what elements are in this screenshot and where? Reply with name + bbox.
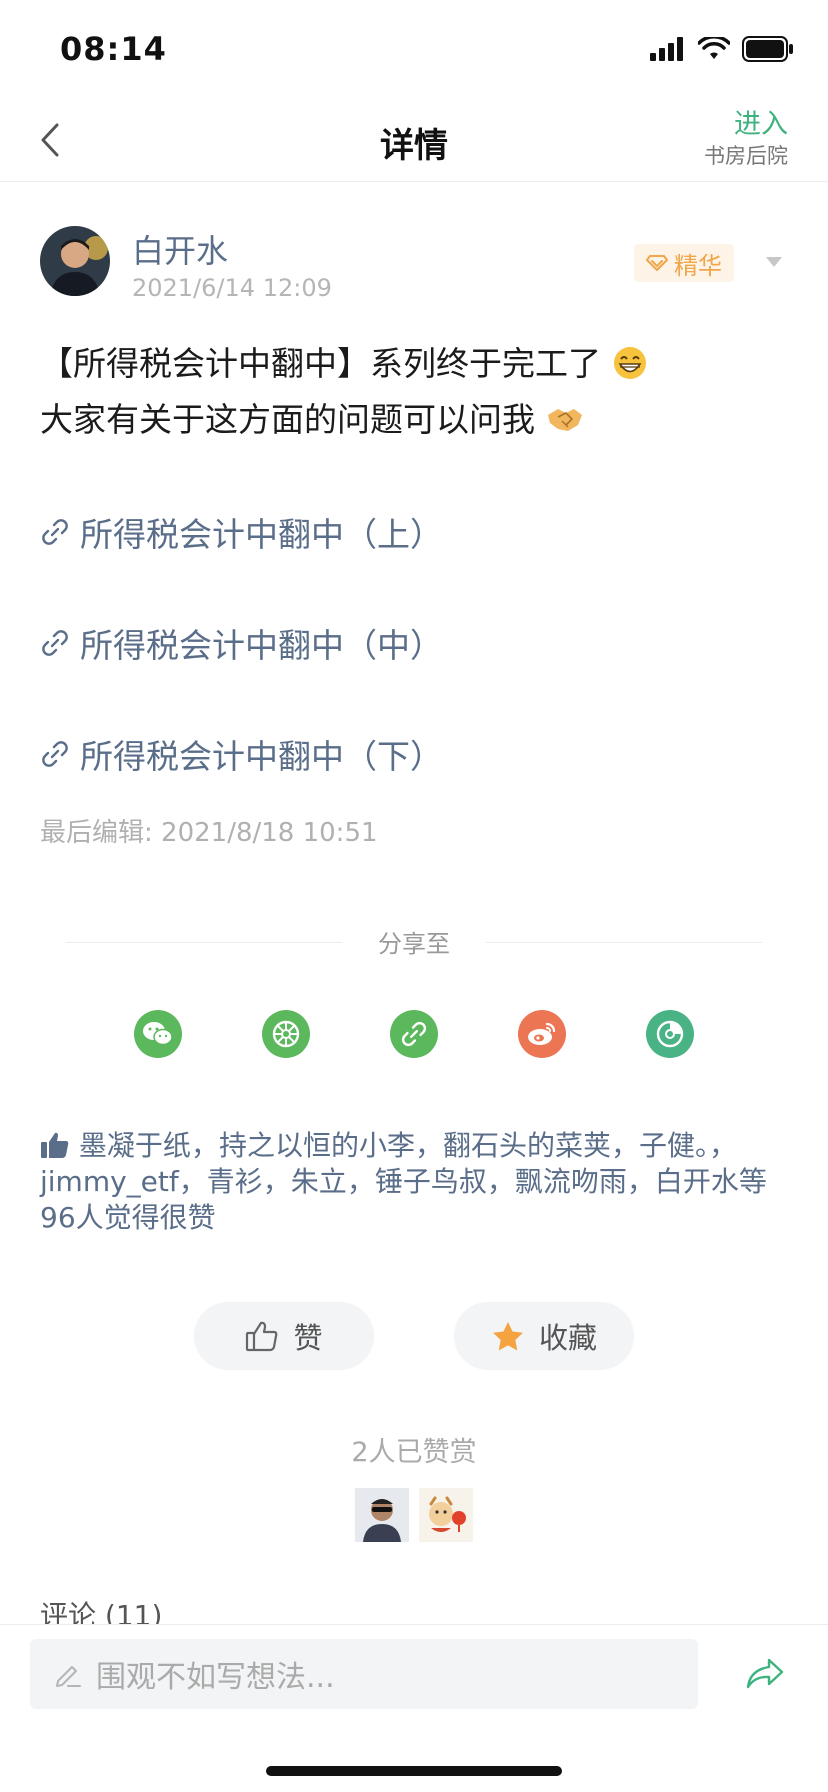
wechat-icon: [143, 1022, 173, 1046]
share-browser-button[interactable]: [646, 1010, 694, 1058]
diamond-icon: [646, 255, 668, 271]
thumbs-up-outline-icon: [246, 1321, 278, 1352]
status-time: 08:14: [60, 30, 167, 68]
nav-bar: 详情 进入 书房后院: [0, 100, 828, 182]
author-avatar[interactable]: [40, 226, 110, 296]
tipper-avatar[interactable]: [355, 1488, 409, 1542]
last-edited: 最后编辑: 2021/8/18 10:51: [40, 818, 378, 848]
link-icon: [42, 630, 68, 656]
enter-group-button[interactable]: 进入 书房后院: [704, 108, 788, 170]
status-icons: [650, 36, 794, 62]
liked-users[interactable]: 墨凝于纸，持之以恒的小李，翻石头的菜荚，子健。，jimmy_etf，青衫，朱立，…: [40, 1129, 737, 1198]
link-icon: [401, 1021, 427, 1047]
group-name: 书房后院: [704, 144, 788, 168]
more-dropdown[interactable]: [760, 250, 788, 274]
liked-user[interactable]: 青衫: [207, 1165, 263, 1198]
tipper-avatars: [0, 1488, 828, 1542]
tipper-avatar[interactable]: [419, 1488, 473, 1542]
link-icon: [42, 519, 68, 545]
enter-label: 进入: [734, 109, 788, 140]
home-indicator: [266, 1766, 562, 1776]
favorite-button[interactable]: 收藏: [454, 1302, 634, 1370]
browser-icon: [656, 1020, 684, 1048]
separator: ，: [709, 1129, 738, 1162]
separator: ，: [178, 1165, 207, 1198]
share-link-button[interactable]: [390, 1010, 438, 1058]
grin-emoji-icon: [613, 347, 646, 379]
content-line: 【所得税会计中翻中】系列终于完工了: [40, 336, 788, 392]
liked-user[interactable]: 翻石头的菜荚: [443, 1129, 611, 1162]
liked-user[interactable]: jimmy_etf: [40, 1165, 179, 1198]
share-wechat-button[interactable]: [134, 1010, 182, 1058]
article-link-2[interactable]: 所得税会计中翻中（中）: [40, 619, 443, 667]
link-icon: [42, 741, 68, 767]
favorite-label: 收藏: [538, 1321, 597, 1355]
moments-icon: [272, 1020, 300, 1048]
like-button[interactable]: 赞: [194, 1302, 374, 1370]
share-button[interactable]: [742, 1651, 788, 1697]
thumbs-up-icon: [41, 1132, 69, 1158]
like-label: 赞: [293, 1321, 323, 1355]
wifi-icon: [698, 37, 730, 59]
share-arrow-icon: [746, 1658, 784, 1689]
post-content: 【所得税会计中翻中】系列终于完工了 大家有关于这方面的问题可以问我: [40, 336, 788, 448]
tip-count: 2人已赞赏: [351, 1437, 477, 1468]
share-title: 分享至: [378, 930, 450, 958]
separator: ，: [190, 1129, 219, 1162]
status-bar: 08:14: [0, 0, 828, 100]
liked-user[interactable]: 子健。: [639, 1129, 709, 1162]
liked-user[interactable]: 朱立: [291, 1165, 347, 1198]
separator: ，: [486, 1165, 515, 1198]
weibo-icon: [528, 1022, 556, 1045]
liked-user[interactable]: 持之以恒的小李: [219, 1129, 415, 1162]
separator: ，: [610, 1129, 639, 1162]
comment-input[interactable]: 围观不如写想法...: [30, 1639, 698, 1709]
badge-label: 精华: [674, 251, 722, 280]
handshake-emoji-icon: [547, 409, 582, 431]
share-row: [0, 1010, 828, 1060]
article-link-label: 所得税会计中翻中（中）: [80, 626, 443, 665]
share-moments-button[interactable]: [262, 1010, 310, 1058]
separator: ，: [346, 1165, 375, 1198]
author-name[interactable]: 白开水: [132, 226, 228, 272]
separator: ，: [626, 1165, 655, 1198]
post-time: 2021/6/14 12:09: [132, 274, 332, 302]
content-line: 大家有关于这方面的问题可以问我: [40, 392, 788, 448]
battery-icon: [742, 36, 793, 62]
signal-icon: [650, 37, 683, 61]
liked-user[interactable]: 墨凝于纸: [79, 1129, 191, 1162]
article-link-label: 所得税会计中翻中（上）: [80, 515, 443, 554]
article-link-3[interactable]: 所得税会计中翻中（下）: [40, 730, 443, 778]
pencil-icon: [56, 1666, 81, 1687]
author-row: 白开水 2021/6/14 12:09 精华: [40, 226, 788, 306]
liked-user[interactable]: 锤子鸟叔: [375, 1165, 487, 1198]
article-link-1[interactable]: 所得税会计中翻中（上）: [40, 508, 443, 556]
comment-placeholder: 围观不如写想法...: [96, 1660, 335, 1695]
likes-list: 墨凝于纸，持之以恒的小李，翻石头的菜荚，子健。，jimmy_etf，青衫，朱立，…: [40, 1128, 788, 1236]
bottom-bar: 围观不如写想法...: [0, 1624, 828, 1792]
caret-down-icon: [766, 257, 782, 267]
essence-badge: 精华: [634, 244, 734, 282]
separator: ，: [262, 1165, 291, 1198]
star-icon: [492, 1322, 523, 1351]
separator: ，: [414, 1129, 443, 1162]
share-weibo-button[interactable]: [518, 1010, 566, 1058]
liked-user[interactable]: 飘流吻雨: [515, 1165, 627, 1198]
article-link-label: 所得税会计中翻中（下）: [80, 737, 443, 776]
